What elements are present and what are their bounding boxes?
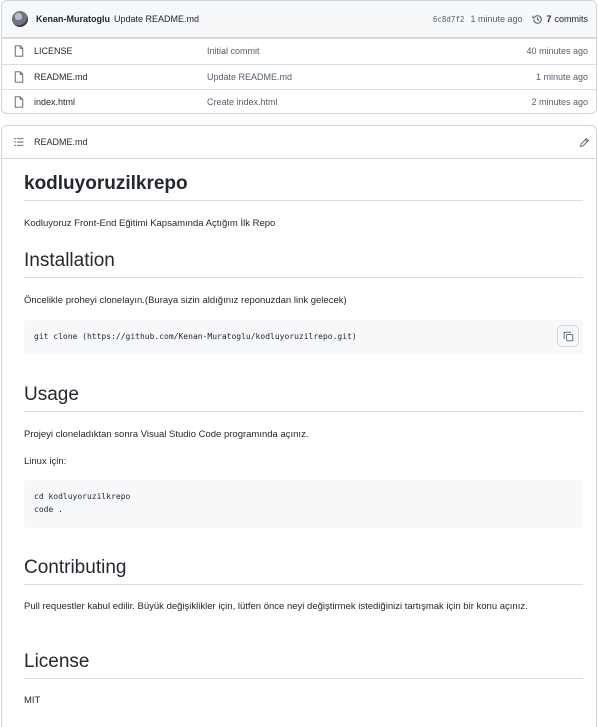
contributing-text: Pull requestler kabul edilir. Büyük deği… (24, 601, 528, 612)
installation-code-block: git clone (https://github.com/Kenan-Mura… (24, 320, 583, 354)
commit-time: 1 minute ago (470, 14, 523, 24)
usage-code-line: code . (34, 505, 63, 514)
usage-code-line: cd kodluyoruzilkrepo (34, 492, 131, 501)
readme-title-heading: kodluyoruzilkrepo (24, 173, 583, 201)
file-icon (14, 96, 24, 108)
avatar[interactable] (12, 11, 28, 27)
file-icon (14, 71, 24, 83)
file-time: 2 minutes ago (531, 97, 588, 108)
readme-description: Kodluyoruz Front-End Eğitimi Kapsamında … (24, 218, 276, 229)
file-row[interactable]: LICENSE Initial commit 40 minutes ago (2, 38, 596, 64)
file-time: 40 minutes ago (526, 46, 588, 57)
pencil-icon[interactable] (579, 137, 590, 148)
readme-header: README.md (2, 126, 596, 159)
usage-code-block: cd kodluyoruzilkrepo code . (24, 480, 583, 528)
readme-filename: README.md (34, 137, 88, 147)
commit-author[interactable]: Kenan-Muratoglu (36, 14, 110, 24)
license-link[interactable]: MIT (24, 693, 576, 708)
installation-code: git clone (https://github.com/Kenan-Mura… (34, 332, 357, 341)
copy-icon (563, 331, 573, 341)
list-icon[interactable] (14, 137, 24, 147)
commits-history-link[interactable]: 7 commits (532, 14, 588, 25)
file-time: 1 minute ago (535, 71, 588, 82)
file-row[interactable]: README.md Update README.md 1 minute ago (2, 63, 596, 90)
file-icon (14, 45, 24, 57)
usage-linux-label: Linux için: (24, 456, 67, 467)
file-commit-message[interactable]: Update README.md (207, 72, 536, 82)
usage-heading: Usage (24, 384, 583, 412)
readme-panel: README.md kodluyoruzilkrepo Kodluyoruz F… (1, 125, 597, 727)
file-commit-message[interactable]: Create index.html (207, 97, 531, 107)
file-browser: Kenan-Muratoglu Update README.md 6c8d7f2… (1, 0, 597, 114)
commits-label: commits (554, 14, 589, 24)
commits-count: 7 (546, 14, 552, 24)
latest-commit-bar: Kenan-Muratoglu Update README.md 6c8d7f2… (2, 1, 596, 38)
file-row[interactable]: index.html Create index.html 2 minutes a… (2, 89, 596, 113)
file-commit-message[interactable]: Initial commit (207, 46, 526, 56)
license-heading: License (24, 651, 583, 679)
copy-button[interactable] (557, 325, 579, 347)
commit-sha[interactable]: 6c8d7f2 (433, 15, 465, 24)
file-name[interactable]: index.html (34, 97, 207, 107)
file-name[interactable]: README.md (34, 72, 207, 82)
contributing-heading: Contributing (24, 557, 583, 585)
history-icon (532, 14, 543, 24)
file-name[interactable]: LICENSE (34, 46, 207, 56)
usage-text: Projeyi cloneladıktan sonra Visual Studi… (24, 429, 309, 440)
installation-heading: Installation (24, 250, 583, 278)
commit-message[interactable]: Update README.md (114, 14, 199, 24)
installation-text: Öncelikle proheyi clonelayın.(Buraya siz… (24, 295, 347, 306)
